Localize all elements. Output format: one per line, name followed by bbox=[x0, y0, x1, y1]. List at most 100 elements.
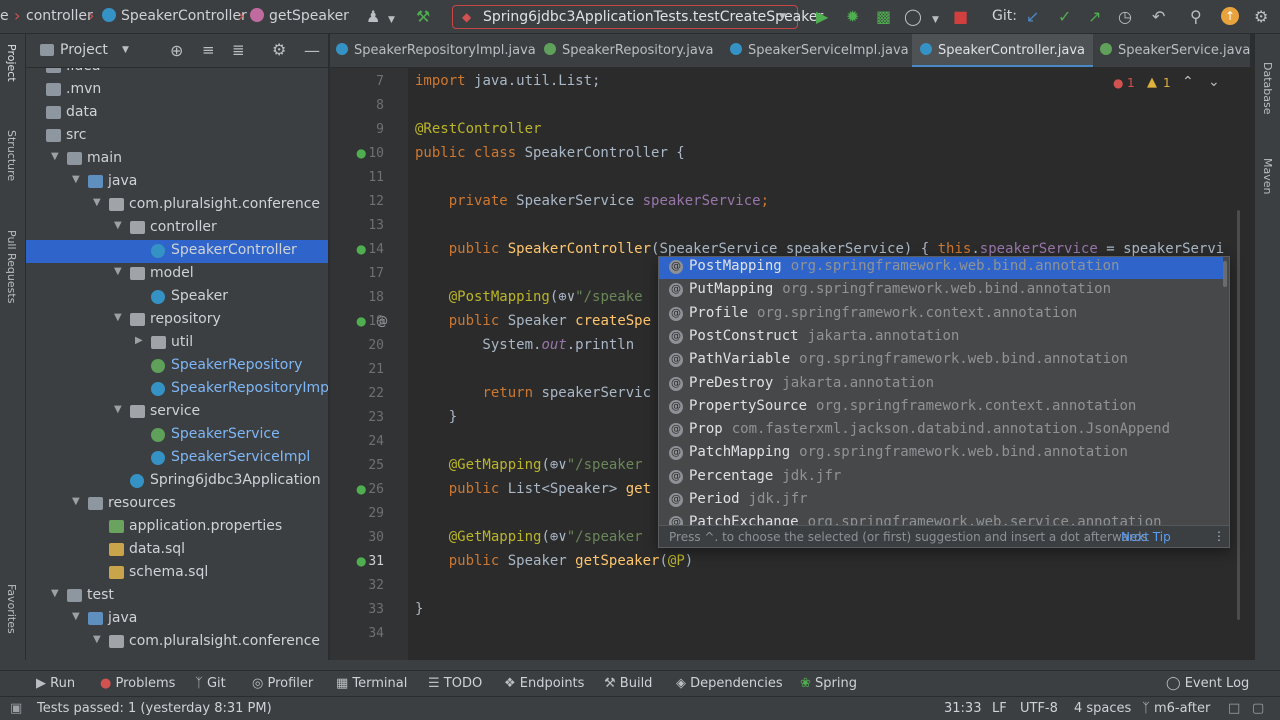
completion-item[interactable]: @ PatchMapping org.springframework.web.bin… bbox=[659, 442, 1223, 465]
completion-item[interactable]: @ Period jdk.jfr bbox=[659, 489, 1223, 512]
search-icon[interactable]: ⚲ bbox=[1190, 8, 1202, 26]
coverage-icon[interactable]: ▩ bbox=[876, 8, 891, 26]
tool-todo[interactable]: ☰ TODO bbox=[428, 676, 482, 691]
bean-icon[interactable]: ● bbox=[356, 242, 366, 256]
completion-item[interactable]: @ Profile org.springframework.context.anno… bbox=[659, 303, 1223, 326]
breadcrumb-get-speaker[interactable]: getSpeaker bbox=[250, 8, 349, 24]
chevron-down-icon[interactable]: ▼ bbox=[51, 588, 59, 599]
code-line[interactable]: @GetMapping(⊕∨"/speaker bbox=[415, 457, 643, 473]
tab-speaker-service-impl[interactable]: SpeakerServiceImpl.java bbox=[730, 34, 909, 67]
code-line[interactable]: return speakerServic bbox=[415, 385, 651, 401]
tree-item[interactable]: ▶ util bbox=[26, 332, 328, 355]
bean-icon[interactable]: ● bbox=[356, 482, 366, 496]
tool-run[interactable]: ▶ Run bbox=[36, 676, 75, 691]
editor-scrollbar[interactable] bbox=[1237, 210, 1240, 620]
code-line[interactable]: System.out.println bbox=[415, 337, 634, 353]
error-count[interactable]: 1 bbox=[1127, 76, 1135, 90]
collapse-all-icon[interactable]: ≣ bbox=[232, 41, 245, 59]
run-icon[interactable]: ▶ bbox=[816, 8, 828, 26]
update-icon[interactable]: ↑ bbox=[1221, 7, 1239, 25]
tool-profiler[interactable]: ◎ Profiler bbox=[252, 676, 313, 691]
breadcrumb-speaker-controller[interactable]: SpeakerController bbox=[102, 8, 247, 24]
git-branch-widget[interactable]: ᛉ m6-after bbox=[1142, 701, 1210, 716]
maven-tool-button[interactable]: Maven bbox=[1261, 158, 1274, 194]
project-tool-button[interactable]: Project bbox=[5, 44, 18, 82]
tab-speaker-repository-impl[interactable]: SpeakerRepositoryImpl.java bbox=[336, 34, 536, 67]
warning-icon[interactable]: ▲ bbox=[1147, 75, 1157, 90]
bean-icon[interactable]: ● bbox=[356, 146, 366, 160]
gear-icon[interactable]: ⚙ bbox=[272, 40, 286, 59]
code-line[interactable]: public class SpeakerController { bbox=[415, 145, 685, 161]
memory-indicator-icon[interactable]: ▢ bbox=[1252, 701, 1264, 716]
completion-item[interactable]: @ PostConstruct jakarta.annotation bbox=[659, 326, 1223, 349]
chevron-down-icon[interactable]: ▼ bbox=[93, 197, 101, 208]
breadcrumb-root[interactable]: e bbox=[0, 8, 9, 24]
tool-problems[interactable]: ● Problems bbox=[100, 676, 175, 691]
user-icon[interactable]: ♟ bbox=[366, 8, 380, 26]
chevron-down-icon[interactable]: ▼ bbox=[932, 11, 939, 29]
tree-item[interactable]: ▼ service bbox=[26, 401, 328, 424]
tree-item[interactable]: ▼ repository bbox=[26, 309, 328, 332]
completion-scrollbar[interactable] bbox=[1223, 261, 1227, 287]
tree-item[interactable]: .idea bbox=[26, 68, 328, 79]
structure-tool-button[interactable]: Structure bbox=[5, 130, 18, 181]
completion-item[interactable]: @ PreDestroy jakarta.annotation bbox=[659, 373, 1223, 396]
lock-icon[interactable]: □ bbox=[1228, 701, 1240, 716]
file-encoding[interactable]: UTF-8 bbox=[1020, 701, 1058, 716]
chevron-down-icon[interactable]: ▼ bbox=[51, 151, 59, 162]
git-commit-icon[interactable]: ✓ bbox=[1058, 8, 1071, 26]
chevron-down-icon[interactable]: ▼ bbox=[388, 11, 395, 29]
git-update-icon[interactable]: ↙ bbox=[1026, 8, 1039, 26]
tool-spring[interactable]: ❀ Spring bbox=[800, 676, 857, 691]
code-line[interactable]: private SpeakerService speakerService; bbox=[415, 193, 769, 209]
tree-item[interactable]: data bbox=[26, 102, 328, 125]
code-line[interactable]: @GetMapping(⊕∨"/speaker bbox=[415, 529, 643, 545]
tree-item[interactable]: ▼ controller bbox=[26, 217, 328, 240]
expand-all-icon[interactable]: ≡ bbox=[202, 41, 215, 59]
completion-item[interactable]: @ Percentage jdk.jfr bbox=[659, 466, 1223, 489]
code-line[interactable]: import java.util.List; bbox=[415, 73, 600, 89]
completion-item[interactable]: @ Prop com.fasterxml.jackson.databind.anno… bbox=[659, 419, 1223, 442]
code-line[interactable]: } bbox=[415, 601, 423, 617]
stop-icon[interactable]: ■ bbox=[953, 8, 968, 26]
completion-item[interactable]: @ PropertySource org.springframework.conte… bbox=[659, 396, 1223, 419]
profile-icon[interactable]: ◯ bbox=[904, 8, 922, 26]
tree-item[interactable]: Spring6jdbc3Application bbox=[26, 470, 328, 493]
chevron-down-icon[interactable]: ▼ bbox=[72, 611, 80, 622]
tree-item[interactable]: ▼ java bbox=[26, 171, 328, 194]
bean-icon[interactable]: ● bbox=[356, 554, 366, 568]
tree-item[interactable]: Speaker bbox=[26, 286, 328, 309]
completion-item[interactable]: @ PostMapping org.springframework.web.bind… bbox=[659, 257, 1223, 279]
tool-git[interactable]: ᛉ Git bbox=[195, 676, 226, 691]
status-message[interactable]: Tests passed: 1 (yesterday 8:31 PM) bbox=[37, 701, 272, 716]
indent-setting[interactable]: 4 spaces bbox=[1074, 701, 1131, 716]
warning-count[interactable]: 1 bbox=[1163, 76, 1171, 90]
code-line[interactable]: public SpeakerController(SpeakerService … bbox=[415, 241, 1225, 257]
rollback-icon[interactable]: ↶ bbox=[1152, 8, 1165, 26]
chevron-right-icon[interactable]: ▶ bbox=[135, 335, 143, 346]
chevron-down-icon[interactable]: ⌄ bbox=[1208, 74, 1220, 90]
tool-terminal[interactable]: ▦ Terminal bbox=[336, 676, 407, 691]
chevron-down-icon[interactable]: ▼ bbox=[72, 496, 80, 507]
completion-item[interactable]: @ PathVariable org.springframework.web.bin… bbox=[659, 349, 1223, 372]
tree-item[interactable]: ▼ main bbox=[26, 148, 328, 171]
tree-item[interactable]: application.properties bbox=[26, 516, 328, 539]
tree-item[interactable]: SpeakerRepositoryImpl bbox=[26, 378, 328, 401]
tree-item[interactable]: src bbox=[26, 125, 328, 148]
tree-item[interactable]: .mvn bbox=[26, 79, 328, 102]
tree-item[interactable]: SpeakerServiceImpl bbox=[26, 447, 328, 470]
favorites-tool-button[interactable]: Favorites bbox=[5, 584, 18, 634]
more-options-icon[interactable]: ⋮ bbox=[1213, 529, 1225, 543]
completion-item[interactable]: @ PutMapping org.springframework.web.bind.… bbox=[659, 279, 1223, 302]
database-tool-button[interactable]: Database bbox=[1261, 62, 1274, 115]
pull-requests-tool-button[interactable]: Pull Requests bbox=[5, 230, 18, 303]
tree-item[interactable]: SpeakerRepository bbox=[26, 355, 328, 378]
chevron-down-icon[interactable]: ▼ bbox=[122, 45, 129, 55]
chevron-down-icon[interactable]: ▼ bbox=[93, 634, 101, 645]
code-line[interactable]: public Speaker createSpe bbox=[415, 313, 651, 329]
code-line[interactable]: } bbox=[415, 409, 457, 425]
tree-item[interactable]: ▼ resources bbox=[26, 493, 328, 516]
chevron-down-icon[interactable]: ▼ bbox=[114, 266, 122, 277]
code-line[interactable]: public List<Speaker> get bbox=[415, 481, 651, 497]
settings-icon[interactable]: ⚙ bbox=[1254, 8, 1268, 26]
